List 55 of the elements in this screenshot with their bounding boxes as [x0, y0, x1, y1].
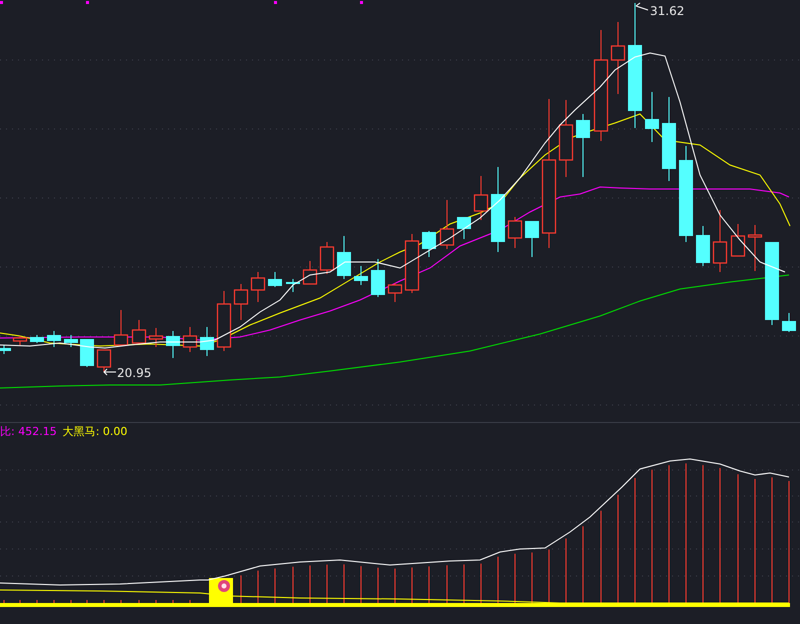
indicator-bar	[514, 553, 516, 606]
indicator-bar	[360, 566, 362, 606]
candlestick	[457, 216, 471, 240]
candlestick	[748, 224, 762, 272]
candlestick	[182, 326, 198, 352]
candlestick	[730, 224, 746, 257]
indicator-bar	[394, 568, 396, 606]
candlestick	[47, 330, 61, 348]
candlestick	[96, 349, 112, 372]
candlestick	[474, 176, 488, 220]
indicator-bar	[480, 563, 482, 606]
candlestick	[782, 312, 796, 332]
candlestick	[388, 282, 402, 302]
candlestick	[132, 320, 146, 344]
candlestick	[12, 336, 28, 346]
candlestick	[80, 338, 94, 368]
candlestick	[166, 330, 180, 358]
candlestick	[216, 290, 232, 352]
candlestick	[354, 266, 368, 286]
low-price-label: 20.95	[117, 366, 152, 380]
candlestick	[712, 210, 728, 272]
indicator-bar	[274, 568, 276, 606]
candlestick	[234, 284, 248, 320]
candlestick	[200, 326, 214, 356]
indicator-bar	[240, 574, 242, 606]
candlestick	[268, 272, 282, 288]
candlestick	[422, 230, 436, 258]
pointer-arrow	[103, 368, 116, 376]
candlestick	[440, 200, 454, 250]
candlestick	[525, 220, 539, 258]
candlestick	[302, 260, 318, 285]
candlestick	[286, 278, 300, 292]
candlestick	[114, 310, 128, 346]
candlestick	[696, 226, 710, 266]
candlestick	[645, 92, 659, 142]
candlestick	[508, 216, 522, 248]
candlestick	[64, 334, 78, 348]
pointer-line	[636, 2, 648, 10]
indicator-legend-value: 大黑马: 0.00	[62, 424, 128, 439]
indicator-legend-value: 比: 452.15	[0, 424, 57, 439]
candlestick	[30, 334, 44, 344]
high-price-label: 31.62	[650, 4, 684, 18]
indicator-bar	[326, 564, 328, 606]
candlestick	[371, 258, 385, 298]
candlestick	[0, 344, 11, 354]
marker-icon	[218, 580, 230, 592]
indicator-bar	[292, 566, 294, 606]
indicator-bar	[446, 564, 448, 606]
candlestick	[320, 242, 334, 274]
candlestick	[576, 114, 590, 178]
candlestick	[404, 234, 420, 294]
candlestick	[250, 272, 266, 302]
candlestick	[337, 236, 351, 280]
candlestick	[148, 328, 164, 348]
indicator-bar	[428, 566, 430, 606]
